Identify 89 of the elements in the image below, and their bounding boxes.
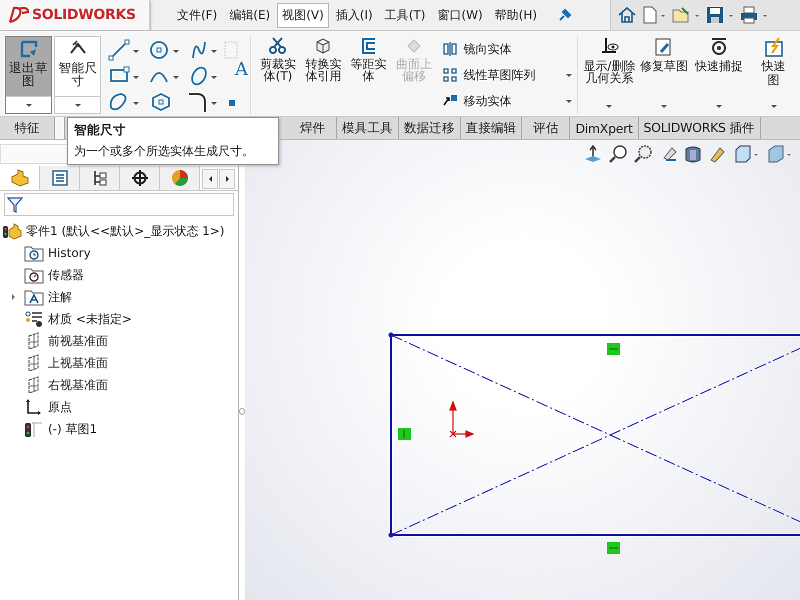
ds-logo-icon — [8, 6, 30, 24]
tree-item[interactable]: 右视基准面 — [48, 376, 108, 394]
expand-arrow-icon[interactable] — [12, 294, 14, 300]
tree-item[interactable]: 传感器 — [48, 266, 84, 284]
tooltip-title: 智能尺寸 — [74, 122, 127, 139]
caret-icon[interactable] — [566, 74, 572, 76]
scissors-icon — [268, 36, 288, 56]
folder-clock-icon — [24, 244, 44, 262]
caret-icon — [770, 105, 777, 108]
sketch-icon — [24, 420, 44, 438]
menu-item[interactable]: 窗口(W) — [432, 2, 488, 28]
ribbon-tab[interactable]: 焊件 — [289, 117, 337, 139]
ribbon-button[interactable]: 智能尺寸 — [54, 36, 102, 114]
panel-tab[interactable] — [40, 166, 80, 190]
ribbon-button[interactable]: 线性草图阵列 — [442, 66, 564, 84]
ribbon-tab[interactable]: 数据迁移 — [398, 117, 461, 139]
ribbon-button[interactable]: 显示/删除几何关系 — [583, 36, 636, 114]
mirror-icon — [442, 41, 458, 57]
caret-icon — [26, 104, 32, 106]
ribbon-button[interactable]: 剪裁实体(T) — [256, 36, 300, 114]
tree-item[interactable]: 材质 <未指定> — [48, 310, 132, 328]
menu-item[interactable]: 工具(T) — [380, 2, 430, 28]
menu-item[interactable]: 视图(V) — [277, 2, 329, 28]
ribbon-button[interactable]: 等距实体 — [347, 36, 390, 114]
save-icon[interactable] — [705, 5, 735, 25]
scroll-right-button[interactable] — [219, 169, 235, 189]
menu-item[interactable]: 帮助(H) — [490, 2, 542, 28]
tree-item[interactable]: 注解 — [48, 288, 72, 306]
button-label: 快速 — [762, 60, 786, 72]
cube-icon[interactable] — [766, 144, 794, 164]
ribbon-button[interactable]: 快速捕捉 — [692, 36, 746, 114]
part-icon — [2, 222, 22, 240]
display-style-icon[interactable] — [733, 144, 761, 164]
folder-icon[interactable] — [671, 5, 701, 25]
tree-item[interactable]: (-) 草图1 — [48, 420, 98, 438]
zoom-area-icon[interactable] — [633, 144, 653, 164]
folder-gauge-icon — [24, 266, 44, 284]
pin-icon[interactable] — [558, 8, 572, 22]
ribbon-button[interactable]: 转换实体引用 — [302, 36, 345, 114]
ribbon-button[interactable]: 快速 图 — [747, 36, 800, 114]
text-tool-button[interactable]: A — [235, 60, 248, 80]
ribbon-button[interactable]: 修复草图 — [638, 36, 690, 114]
caret-icon[interactable] — [566, 100, 572, 102]
caret-icon — [74, 104, 81, 106]
origin-icon — [449, 400, 475, 438]
tree-item[interactable]: 原点 — [48, 398, 72, 416]
part-icon — [10, 169, 30, 187]
vertical-constraint-icon[interactable] — [398, 428, 411, 440]
caret-icon — [716, 105, 722, 108]
list-icon — [50, 169, 68, 187]
ribbon-tab[interactable]: 直接编辑 — [460, 117, 522, 139]
ribbon-tab[interactable]: SOLIDWORKS 插件 — [638, 117, 761, 139]
caret-icon — [606, 105, 612, 108]
normal-to-icon[interactable] — [583, 144, 603, 164]
filter-icon — [7, 196, 23, 214]
ribbon-button[interactable]: 退出草图 — [5, 36, 52, 114]
horizontal-constraint-icon[interactable] — [607, 343, 620, 355]
color-ball-icon — [170, 169, 188, 187]
ribbon-tab[interactable]: DimXpert — [570, 117, 639, 139]
menu-item[interactable]: 文件(F) — [172, 2, 222, 28]
lightning-icon — [762, 36, 785, 58]
horizontal-constraint-icon[interactable] — [607, 542, 620, 554]
new-document-icon[interactable] — [641, 5, 667, 25]
panel-tab[interactable] — [80, 166, 120, 190]
folder-letter-icon — [24, 288, 44, 306]
ribbon-button[interactable]: 移动实体 — [442, 92, 564, 110]
material-icon — [24, 310, 44, 328]
zoom-icon[interactable] — [608, 144, 628, 164]
tree-item[interactable]: 零件1 (默认<<默认>_显示状态 1>) — [26, 222, 224, 240]
button-label: 图 — [768, 74, 780, 86]
section-view-icon[interactable] — [683, 144, 703, 164]
scroll-left-button[interactable] — [202, 169, 218, 189]
print-icon[interactable] — [739, 5, 769, 25]
ribbon-tab[interactable]: 评估 — [522, 117, 570, 139]
ribbon-button[interactable]: 镜向实体 — [442, 40, 564, 58]
tooltip-text: 为一个或多个所选实体生成尺寸。 — [74, 143, 255, 160]
menu-item[interactable]: 插入(I) — [330, 2, 378, 28]
panel-tab[interactable] — [120, 166, 160, 190]
tree-item[interactable]: 上视基准面 — [48, 354, 108, 372]
menu-item[interactable]: 编辑(E) — [224, 2, 276, 28]
filter-field[interactable] — [4, 193, 234, 216]
caret-icon — [661, 105, 668, 108]
tree-item[interactable]: 前视基准面 — [48, 332, 108, 350]
crosshair-icon — [130, 169, 148, 187]
grid-pattern-icon — [442, 67, 458, 83]
tree-item[interactable]: History — [48, 246, 91, 260]
home-icon[interactable] — [617, 5, 637, 25]
logo-text: SOLIDWORKS — [32, 7, 136, 23]
ribbon-tab[interactable]: 模具工具 — [337, 117, 399, 139]
